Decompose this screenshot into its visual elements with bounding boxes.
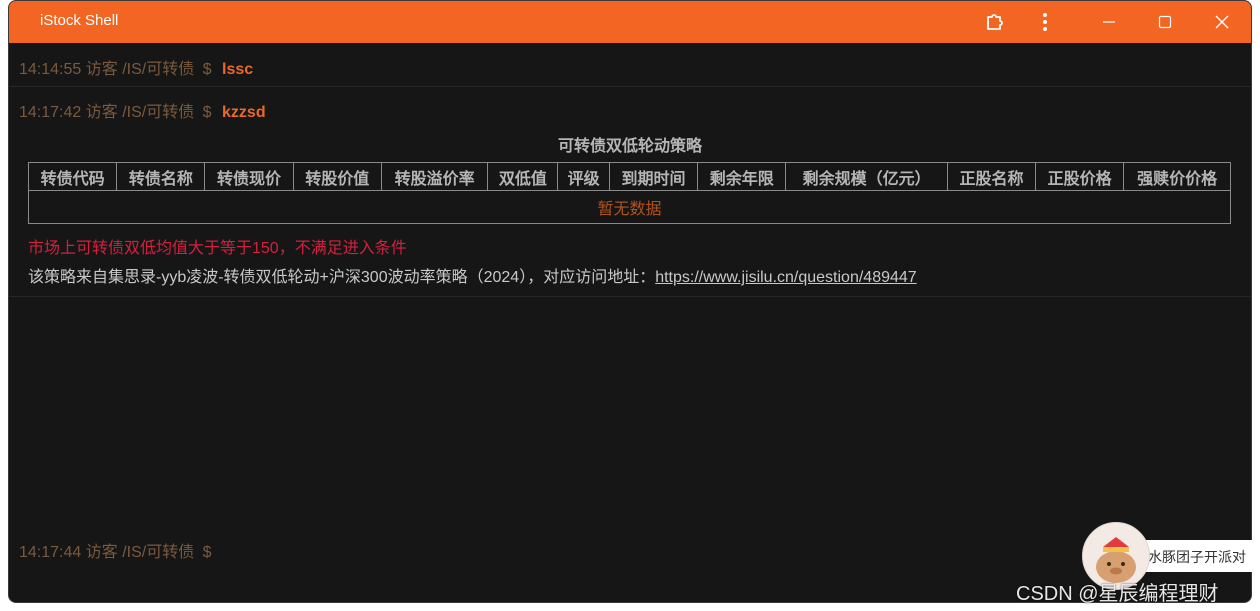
column-header: 剩余年限	[697, 162, 787, 191]
empty-state-text: 暂无数据	[28, 190, 1231, 224]
close-button[interactable]	[1199, 1, 1245, 43]
column-header: 转股溢价率	[380, 162, 489, 191]
table-header-row: 转债代码 转债名称 转债现价 转股价值 转股溢价率 双低值 评级 到期时间 剩余…	[27, 162, 1231, 191]
history-line: 14:17:42 访客 /IS/可转债 $ kzzsd	[19, 98, 266, 122]
prompt-symbol: $	[202, 61, 212, 78]
history-line: 14:14:55 访客 /IS/可转债 $ lssc	[19, 55, 253, 79]
column-header: 转债代码	[27, 162, 118, 191]
command-text: lssc	[222, 61, 254, 78]
floating-widget-label[interactable]: 水豚团子开派对	[1140, 540, 1260, 572]
user-label: 访客	[85, 61, 118, 78]
title-bar[interactable]: iStock Shell	[9, 1, 1251, 43]
user-label: 访客	[85, 104, 118, 121]
prompt-symbol: $	[202, 104, 212, 121]
minimize-icon	[1103, 21, 1115, 23]
terminal-output[interactable]: 14:14:55 访客 /IS/可转债 $ lssc 14:17:42 访客 /…	[9, 43, 1251, 602]
minimize-button[interactable]	[1086, 1, 1132, 43]
maximize-icon	[1158, 15, 1172, 29]
column-header: 正股价格	[1035, 162, 1125, 191]
timestamp: 14:17:42	[19, 104, 82, 121]
close-icon	[1215, 15, 1229, 29]
command-text: kzzsd	[222, 104, 266, 121]
strategy-table: 转债代码 转债名称 转债现价 转股价值 转股溢价率 双低值 评级 到期时间 剩余…	[27, 162, 1231, 224]
widget-text: 水豚团子开派对	[1148, 549, 1246, 565]
path-label: /IS/可转债	[122, 61, 195, 78]
column-header: 评级	[557, 162, 610, 191]
column-header: 到期时间	[608, 162, 699, 191]
strategy-title: 可转债双低轮动策略	[557, 138, 702, 155]
user-label: 访客	[85, 544, 118, 561]
source-note: 该策略来自集思录-yyb凌波-转债双低轮动+沪深300波动率策略（2024），对…	[28, 263, 917, 287]
empty-row: 暂无数据	[28, 190, 1231, 224]
column-header: 强赎价价格	[1123, 162, 1231, 191]
column-header: 双低值	[487, 162, 559, 191]
more-options-button[interactable]	[1022, 1, 1068, 43]
column-header: 转股价值	[292, 162, 382, 191]
divider	[9, 86, 1251, 87]
column-header: 转债名称	[116, 162, 206, 191]
path-label: /IS/可转债	[122, 104, 195, 121]
maximize-button[interactable]	[1142, 1, 1188, 43]
source-link[interactable]: https://www.jisilu.cn/question/489447	[655, 269, 916, 286]
extension-button[interactable]	[972, 1, 1018, 43]
column-header: 剩余规模（亿元）	[785, 162, 948, 191]
watermark: CSDN @星辰编程理财	[1016, 583, 1219, 605]
path-label: /IS/可转债	[122, 544, 195, 561]
column-header: 转债现价	[204, 162, 294, 191]
terminal-window: iStock Shell 14:14:55 访客 /IS/可转债 $ lssc …	[8, 0, 1252, 603]
puzzle-icon	[987, 14, 1003, 30]
timestamp: 14:14:55	[19, 61, 82, 78]
warning-message: 市场上可转债双低均值大于等于150，不满足进入条件	[28, 240, 407, 257]
input-line[interactable]: 14:17:44 访客 /IS/可转债 $	[19, 538, 212, 562]
column-header: 正股名称	[946, 162, 1037, 191]
prompt-symbol: $	[202, 544, 212, 561]
source-text: 该策略来自集思录-yyb凌波-转债双低轮动+沪深300波动率策略（2024），对…	[28, 269, 656, 286]
timestamp: 14:17:44	[19, 544, 82, 561]
divider	[9, 296, 1251, 297]
window-title: iStock Shell	[40, 12, 119, 29]
more-vertical-icon	[1043, 13, 1047, 31]
